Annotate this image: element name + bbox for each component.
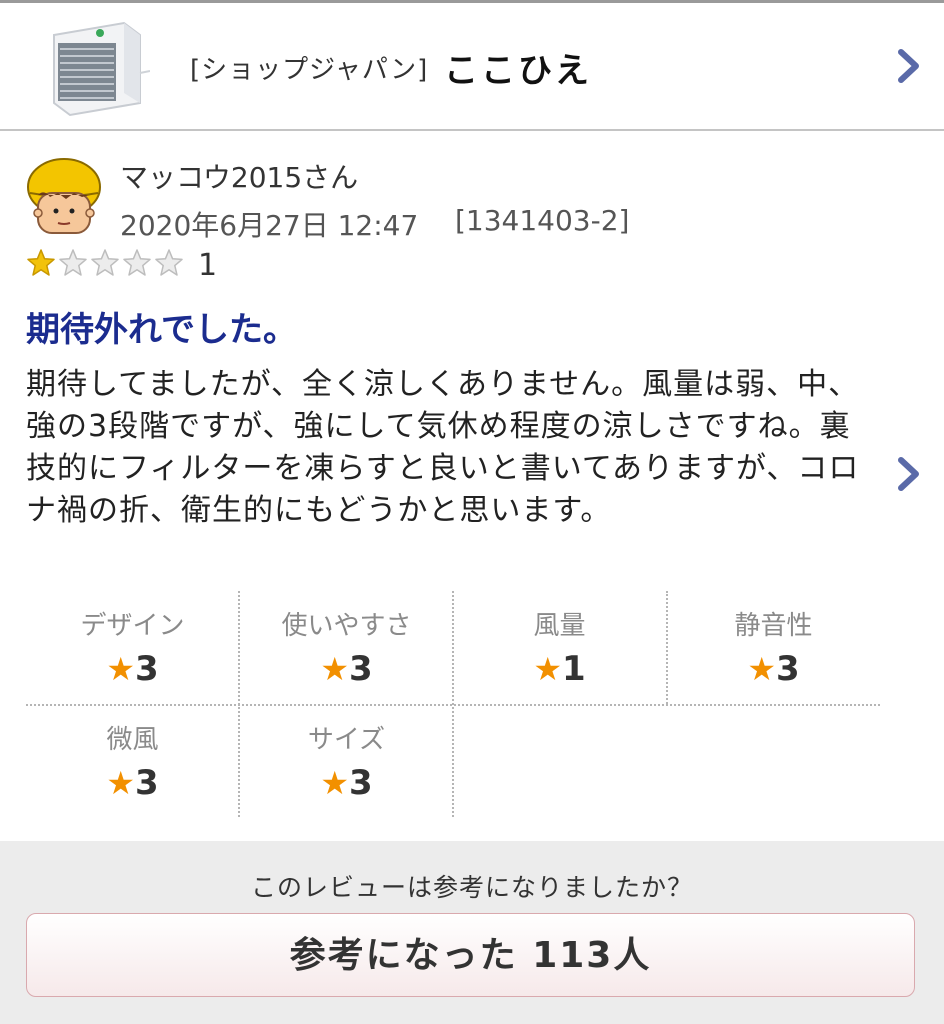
sub-rating-label: 静音性 <box>734 611 813 641</box>
sub-rating-design: デザイン ★3 <box>26 591 239 704</box>
sub-rating-breeze: 微風 ★3 <box>26 705 239 818</box>
star-filled-icon <box>27 249 55 276</box>
helpful-question: このレビューは参考になりましたか？ <box>250 873 693 902</box>
sub-rating-score: 3 <box>349 649 373 689</box>
sub-rating-score: 3 <box>349 763 373 803</box>
helpful-section: このレビューは参考になりましたか？ 参考になった 113人 <box>0 841 944 1024</box>
review-body: 期待してましたが、全く涼しくありません。風量は弱、中、強の3段階ですが、強にして… <box>26 367 860 528</box>
chevron-right-icon[interactable] <box>898 49 920 83</box>
sub-rating-label: 風量 <box>533 611 586 641</box>
grid-divider <box>452 591 454 817</box>
star-empty-icon <box>91 249 119 276</box>
rating-stars <box>26 248 186 282</box>
review-title: 期待外れでした。 <box>26 310 297 350</box>
review-date: 2020年6月27日 12:47 <box>120 209 419 242</box>
rating-value: 1 <box>198 247 218 283</box>
grid-divider <box>238 591 240 817</box>
sub-rating-score: 3 <box>776 649 800 689</box>
sub-rating-score: 3 <box>135 649 159 689</box>
product-image <box>53 21 150 117</box>
sub-rating-airflow: 風量 ★1 <box>453 591 666 704</box>
product-header-link[interactable]: [ショップジャパン] ここひえ <box>0 3 944 131</box>
star-empty-icon <box>155 249 183 276</box>
star-filled-icon: ★ <box>533 650 562 688</box>
helpful-button[interactable]: 参考になった 113人 <box>26 913 915 997</box>
avatar-icon <box>27 158 101 234</box>
shop-name: [ショップジャパン] <box>190 55 429 85</box>
sub-ratings-grid: デザイン ★3 使いやすさ ★3 風量 ★1 静音性 ★3 微風 ★3 サイズ … <box>26 591 880 817</box>
star-empty-icon <box>123 249 151 276</box>
sub-rating-label: 微風 <box>106 725 159 755</box>
star-filled-icon: ★ <box>747 650 776 688</box>
star-filled-icon: ★ <box>320 764 349 802</box>
review-id: [1341403-2] <box>455 204 630 237</box>
overall-rating: 1 <box>26 247 218 283</box>
sub-rating-label: デザイン <box>80 611 185 641</box>
grid-divider <box>666 591 668 704</box>
star-filled-icon: ★ <box>106 650 135 688</box>
reviewer-name: マッコウ2015さん <box>120 161 359 194</box>
sub-rating-label: 使いやすさ <box>281 611 412 641</box>
sub-rating-size: サイズ ★3 <box>240 705 453 818</box>
sub-rating-quietness: 静音性 ★3 <box>667 591 880 704</box>
star-empty-icon <box>59 249 87 276</box>
star-filled-icon: ★ <box>320 650 349 688</box>
chevron-right-icon[interactable] <box>898 457 920 491</box>
sub-rating-score: 3 <box>135 763 159 803</box>
star-filled-icon: ★ <box>106 764 135 802</box>
product-name: ここひえ <box>444 51 592 91</box>
sub-rating-score: 1 <box>562 649 586 689</box>
sub-rating-usability: 使いやすさ ★3 <box>240 591 453 704</box>
sub-rating-label: サイズ <box>307 725 386 755</box>
